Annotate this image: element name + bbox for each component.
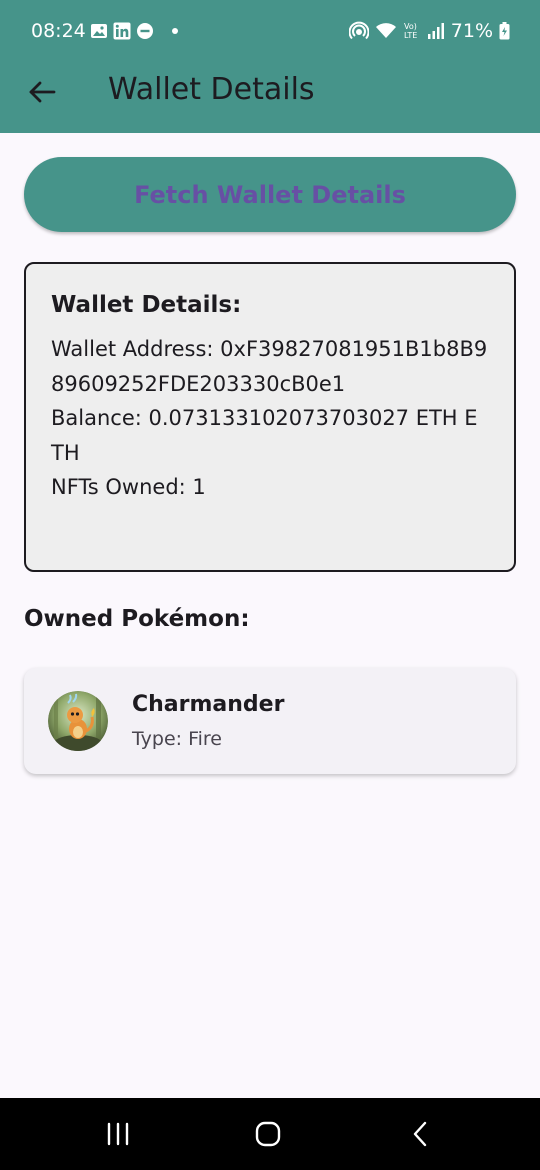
wallet-details-card: Wallet Details: Wallet Address: 0xF39827… — [24, 262, 516, 572]
pokemon-list-item[interactable]: Charmander Type: Fire — [24, 668, 516, 774]
pokemon-name: Charmander — [132, 692, 285, 717]
app-bar: 08:24 Vo) LTE 71% Wallet Details — [0, 0, 540, 133]
volte-icon: Vo) LTE — [403, 21, 421, 41]
pokemon-type: Type: Fire — [132, 728, 222, 750]
status-system-icons: Vo) LTE 71% — [348, 20, 510, 42]
wallet-details-heading: Wallet Details: — [51, 292, 242, 318]
svg-text:LTE: LTE — [404, 31, 417, 40]
signal-icon — [427, 22, 445, 40]
nfts-owned: NFTs Owned: 1 — [51, 475, 206, 499]
fetch-wallet-details-button[interactable]: Fetch Wallet Details — [24, 157, 516, 232]
battery-icon — [499, 22, 510, 40]
recent-apps-icon — [105, 1122, 131, 1146]
back-icon — [411, 1121, 429, 1147]
pokemon-avatar — [48, 691, 108, 751]
hotspot-icon — [348, 21, 369, 41]
status-time: 08:24 — [31, 20, 86, 42]
dnd-icon — [136, 22, 154, 40]
system-nav-bar — [0, 1098, 540, 1170]
battery-percent: 71% — [450, 20, 493, 42]
back-button[interactable] — [24, 74, 60, 110]
home-icon — [255, 1121, 281, 1147]
linkedin-icon — [113, 22, 131, 40]
recent-apps-button[interactable] — [98, 1118, 138, 1150]
wallet-balance: Balance: 0.073133102073703027 ETH ETH — [51, 406, 478, 465]
wallet-address: Wallet Address: 0xF39827081951B1b8B98960… — [51, 337, 488, 396]
status-notification-icons — [90, 22, 179, 40]
page-title: Wallet Details — [108, 72, 315, 107]
status-bar: 08:24 Vo) LTE 71% — [0, 0, 540, 64]
gallery-icon — [90, 22, 108, 40]
dot-icon — [171, 27, 179, 35]
nav-back-button[interactable] — [400, 1118, 440, 1150]
home-button[interactable] — [248, 1118, 288, 1150]
wifi-icon — [375, 22, 397, 40]
owned-pokemon-title: Owned Pokémon: — [24, 606, 250, 632]
arrow-left-icon — [28, 80, 56, 104]
svg-text:Vo): Vo) — [404, 22, 417, 31]
